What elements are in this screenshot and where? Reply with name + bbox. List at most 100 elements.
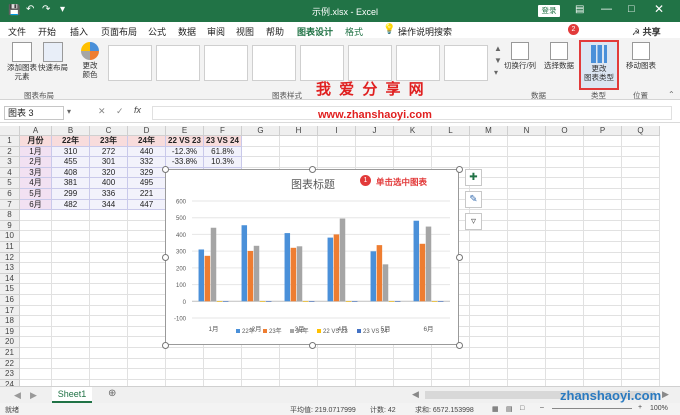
cell[interactable]: 6月	[20, 199, 52, 211]
tab-formulas[interactable]: 公式	[148, 25, 166, 38]
cell[interactable]	[470, 284, 508, 295]
cell[interactable]: 3月	[20, 167, 52, 179]
resize-handle-right[interactable]	[456, 254, 463, 261]
cell[interactable]	[20, 348, 52, 359]
cell[interactable]	[52, 369, 90, 380]
cell[interactable]	[166, 369, 204, 380]
cell[interactable]: 221	[128, 189, 166, 200]
cell[interactable]	[622, 220, 660, 232]
cell[interactable]	[52, 284, 90, 295]
prev-sheet-icon[interactable]: ◀	[14, 390, 21, 401]
cell[interactable]	[584, 326, 622, 338]
move-chart-button[interactable]: 移动图表	[624, 42, 658, 70]
cell[interactable]	[622, 273, 660, 285]
add-sheet-icon[interactable]: ⊕	[108, 388, 116, 399]
cell[interactable]	[508, 199, 546, 211]
column-header-H[interactable]: H	[280, 126, 318, 136]
cell[interactable]	[432, 136, 470, 147]
cell[interactable]	[90, 252, 128, 264]
cell[interactable]	[204, 348, 242, 359]
cell[interactable]	[622, 136, 660, 147]
ribbon-display-icon[interactable]: ▤	[575, 4, 584, 15]
cell[interactable]: 24年	[128, 136, 166, 147]
cell[interactable]	[546, 136, 584, 147]
next-sheet-icon[interactable]: ▶	[30, 390, 37, 401]
cell[interactable]	[356, 146, 394, 158]
cell[interactable]	[128, 337, 166, 348]
cell[interactable]	[90, 337, 128, 348]
cell[interactable]	[90, 316, 128, 327]
cell[interactable]	[52, 210, 90, 221]
cell[interactable]: 344	[90, 199, 128, 211]
cell[interactable]	[584, 348, 622, 359]
cell[interactable]	[128, 242, 166, 253]
cell[interactable]	[52, 252, 90, 264]
zoom-in-icon[interactable]: +	[638, 404, 642, 411]
cell[interactable]: -12.3%	[166, 146, 204, 158]
styles-scroll-up-icon[interactable]: ▲	[494, 44, 502, 53]
chart-elements-button[interactable]: ✚	[465, 169, 482, 186]
cell[interactable]	[584, 305, 622, 317]
row-header-3[interactable]: 3	[0, 157, 20, 168]
chart-filters-button[interactable]: ▿	[465, 213, 482, 230]
cell[interactable]	[280, 146, 318, 158]
cell[interactable]	[128, 231, 166, 242]
cell[interactable]	[52, 242, 90, 253]
cell[interactable]	[622, 210, 660, 221]
chart-style-5[interactable]	[300, 45, 344, 81]
resize-handle-top-left[interactable]	[162, 166, 169, 173]
cell[interactable]	[432, 146, 470, 158]
column-header-C[interactable]: C	[90, 126, 128, 136]
cell[interactable]	[470, 326, 508, 338]
cell[interactable]	[508, 284, 546, 295]
cell[interactable]	[622, 348, 660, 359]
chart-style-7[interactable]	[396, 45, 440, 81]
cell[interactable]	[584, 337, 622, 348]
cell[interactable]	[546, 220, 584, 232]
cell[interactable]	[356, 157, 394, 168]
cell[interactable]	[280, 136, 318, 147]
cell[interactable]	[52, 316, 90, 327]
row-header-23[interactable]: 23	[0, 369, 20, 380]
chart-style-6[interactable]	[348, 45, 392, 81]
cell[interactable]: 332	[128, 157, 166, 168]
cell[interactable]: 381	[52, 178, 90, 189]
cell[interactable]	[622, 157, 660, 168]
row-header-10[interactable]: 10	[0, 231, 20, 242]
cell[interactable]	[432, 157, 470, 168]
cell[interactable]: 447	[128, 199, 166, 211]
cell[interactable]	[318, 348, 356, 359]
row-header-13[interactable]: 13	[0, 263, 20, 274]
cell[interactable]: 320	[90, 167, 128, 179]
cell[interactable]	[546, 273, 584, 285]
chart-styles-button[interactable]: ✎	[465, 191, 482, 208]
cell[interactable]	[584, 189, 622, 200]
cell[interactable]	[622, 242, 660, 253]
tab-file[interactable]: 文件	[8, 25, 26, 38]
cell[interactable]	[52, 305, 90, 317]
cell[interactable]	[470, 146, 508, 158]
cell[interactable]	[20, 252, 52, 264]
cell[interactable]	[508, 273, 546, 285]
cell[interactable]	[622, 337, 660, 348]
tab-help[interactable]: 帮助	[266, 25, 284, 38]
cell[interactable]	[470, 242, 508, 253]
cell[interactable]	[52, 348, 90, 359]
cell[interactable]	[584, 284, 622, 295]
cell[interactable]	[508, 157, 546, 168]
cell[interactable]	[242, 136, 280, 147]
cell[interactable]	[242, 348, 280, 359]
cell[interactable]	[90, 242, 128, 253]
cell[interactable]	[508, 295, 546, 306]
cell[interactable]	[128, 348, 166, 359]
column-header-G[interactable]: G	[242, 126, 280, 136]
cell[interactable]	[90, 305, 128, 317]
cell[interactable]	[90, 263, 128, 274]
cell[interactable]	[128, 273, 166, 285]
cell[interactable]	[584, 231, 622, 242]
change-chart-type-button[interactable]: 更改 图表类型	[579, 40, 619, 90]
cell[interactable]	[20, 263, 52, 274]
column-header-O[interactable]: O	[546, 126, 584, 136]
page-break-view-icon[interactable]: □	[520, 405, 524, 412]
cell[interactable]	[432, 358, 470, 370]
